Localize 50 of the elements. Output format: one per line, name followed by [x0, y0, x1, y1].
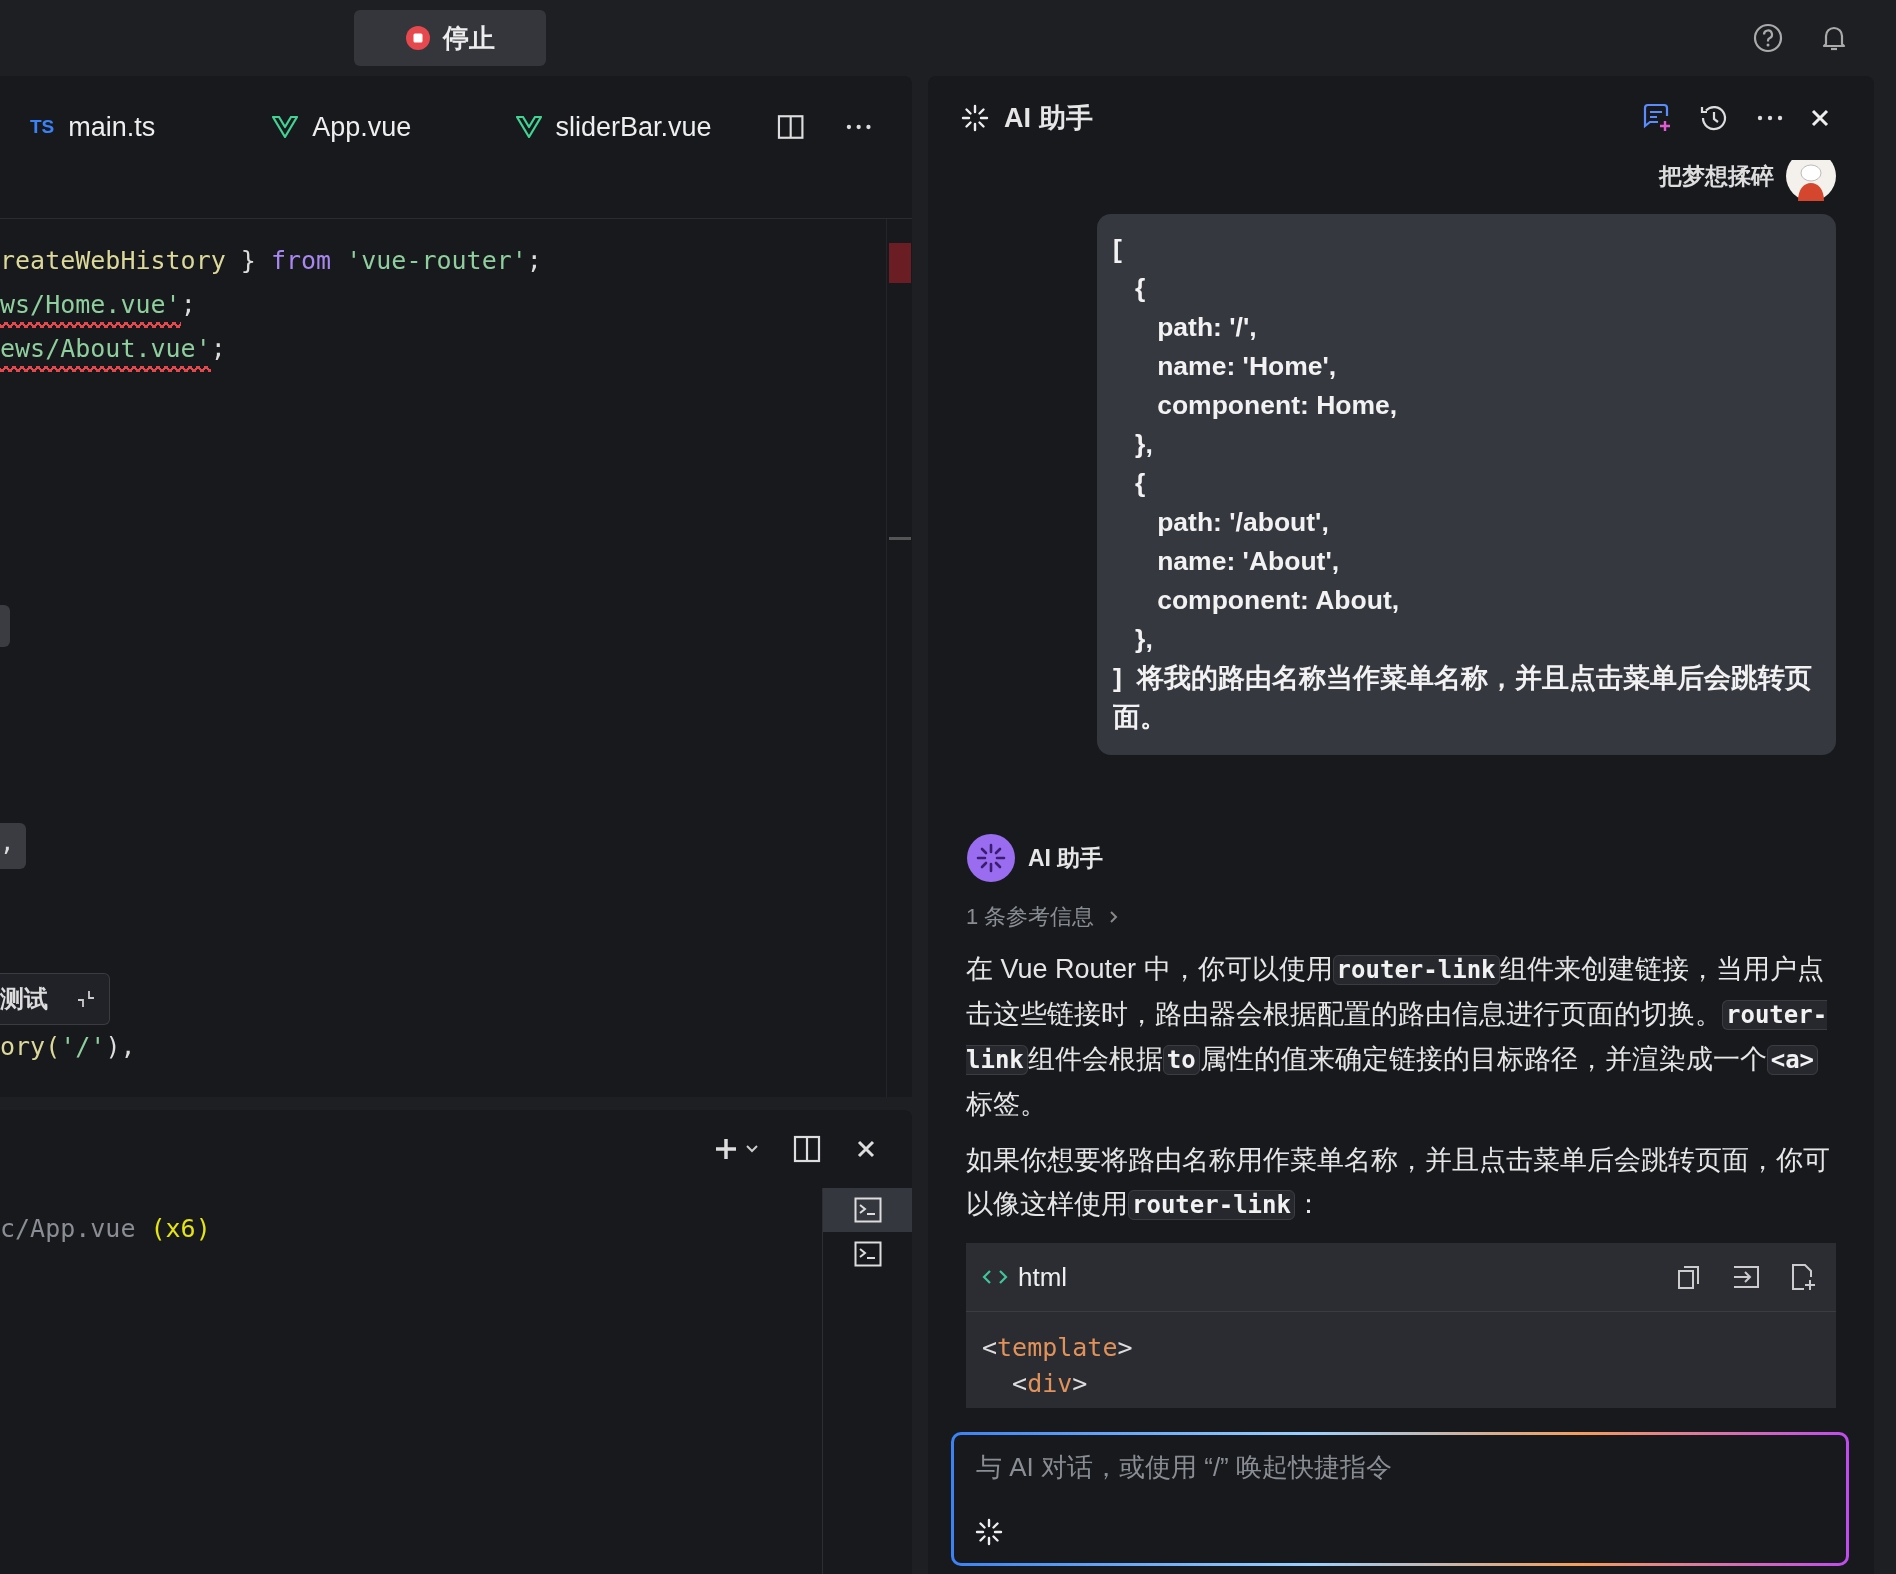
code-line: ory('/'), [0, 1031, 137, 1063]
vue-icon [272, 116, 299, 138]
file-tab[interactable]: TS main.ts [30, 111, 273, 143]
new-file-icon[interactable] [1790, 1262, 1816, 1292]
insert-icon[interactable] [1732, 1264, 1760, 1290]
file-tab[interactable]: sliderBar.vue [515, 111, 778, 143]
stop-icon [405, 25, 431, 51]
panel-title: AI 助手 [1004, 102, 1093, 135]
user-name: 把梦想揉碎 [1659, 161, 1774, 191]
peek-widget: , [0, 823, 26, 869]
avatar [1786, 160, 1836, 201]
close-icon[interactable] [855, 1138, 877, 1160]
hover-widget-edge [0, 605, 10, 647]
help-icon[interactable] [1752, 22, 1784, 54]
more-icon[interactable] [844, 123, 872, 131]
split-editor-icon[interactable] [777, 113, 805, 141]
stop-button[interactable]: 停止 [354, 10, 546, 66]
terminal-session[interactable] [823, 1188, 912, 1232]
terminal-icon [853, 1197, 882, 1223]
copy-icon[interactable] [1676, 1263, 1702, 1291]
error-marker [889, 243, 911, 283]
more-icon[interactable] [1756, 114, 1784, 122]
file-tab[interactable]: App.vue [272, 111, 516, 143]
sparkle-icon [960, 103, 990, 133]
answer-paragraph: 在 Vue Router 中，你可以使用 router-link 组件来创建链接，当用户点击这些链接时，路由器会根据配置的路由信息进行页面的切换。router-link 组件会根据 to 属性的值来确定链接的目标路径，并渲染成一个<a> 标签。 [966, 953, 1829, 1121]
answer-paragraph: 如果你想要将路由名称用作菜单名称，并且点击菜单后会跳转页面，你可以像这样使用 router-link： [966, 1144, 1831, 1222]
typescript-icon: TS [30, 116, 55, 138]
add-icon[interactable] [713, 1136, 739, 1162]
code-line: reateWebHistory } from 'vue-router'; [0, 245, 543, 277]
code-language: html [1018, 1261, 1068, 1293]
assistant-name: AI 助手 [1028, 843, 1104, 873]
close-icon[interactable] [1810, 108, 1830, 128]
collapse-icon[interactable] [75, 988, 97, 1010]
code-line: ws/Home.vue'; [0, 283, 886, 327]
code-line: <div> [1011, 1368, 1089, 1400]
terminal-output: c/App.vue (x6) [0, 1213, 212, 1245]
chat-input[interactable]: 与 AI 对话，或使用 “/” 唤起快捷指令 [974, 1451, 1826, 1484]
references-link[interactable]: 1 条参考信息 [966, 902, 1095, 932]
assistant-avatar [966, 833, 1016, 883]
code-line: ews/About.vue'; [0, 327, 886, 371]
split-terminal-icon[interactable] [793, 1135, 821, 1163]
user-message: [ { path: '/', name: 'Home', component: Home, }, { path: '/about', name: 'About', component: About, }, ] 将我的路由名称当作菜单名称，并且点击菜单后会跳转页面。 [1097, 214, 1836, 755]
code-line: <template> [982, 1332, 1134, 1364]
code-icon [982, 1268, 1008, 1286]
chevron-down-icon[interactable] [745, 1144, 759, 1154]
cursor-marker [889, 537, 911, 540]
vue-icon [515, 116, 542, 138]
tooltip-text: 测试 [0, 984, 48, 1015]
sparkle-icon[interactable] [974, 1517, 1004, 1547]
terminal-icon [853, 1241, 882, 1267]
